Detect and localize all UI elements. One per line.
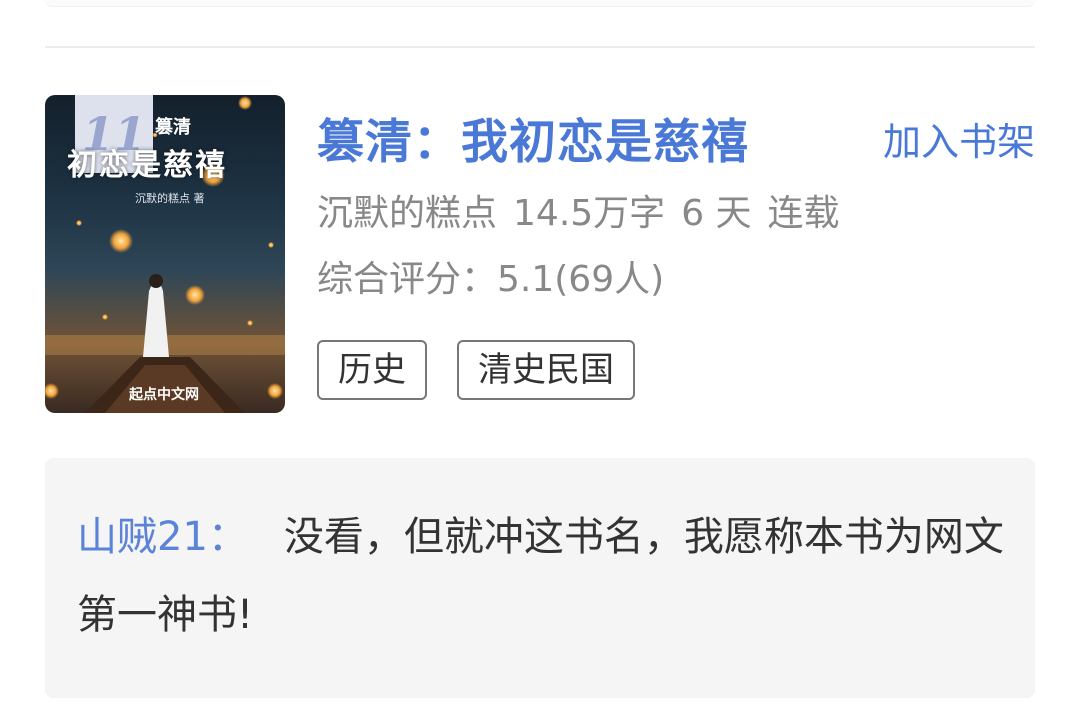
tag-history[interactable]: 历史 bbox=[317, 340, 427, 400]
author-name[interactable]: 沉默的糕点 bbox=[317, 193, 497, 234]
book-rating: 综合评分：5.1(69人) bbox=[317, 259, 665, 300]
tag-list: 历史 清史民国 bbox=[317, 340, 635, 400]
comment-box[interactable]: 山贼21： 没看，但就冲这书名，我愿称本书为网文第一神书! bbox=[45, 458, 1035, 698]
update-time: 6 天 bbox=[681, 193, 752, 234]
book-meta: 沉默的糕点 14.5万字 6 天连载 bbox=[317, 184, 856, 236]
book-title[interactable]: 篡清：我初恋是慈禧 bbox=[317, 103, 749, 172]
serial-status: 连载 bbox=[767, 193, 840, 234]
add-to-shelf-button[interactable]: 加入书架 bbox=[883, 111, 1035, 166]
divider bbox=[45, 46, 1035, 48]
comment-username[interactable]: 山贼21： bbox=[77, 514, 248, 560]
cover-title-text: 初恋是慈禧 bbox=[67, 148, 227, 183]
cover-series-text: 篡清 bbox=[155, 117, 191, 138]
word-count: 14.5万字 bbox=[513, 193, 666, 234]
book-card[interactable]: 11 篡清 初恋是慈禧 沉默的糕点 著 起点中文网 篡清：我初恋是慈禧 加入书架… bbox=[45, 95, 1035, 415]
cover-site-text: 起点中文网 bbox=[129, 387, 199, 403]
comment-content: 山贼21： 没看，但就冲这书名，我愿称本书为网文第一神书! bbox=[77, 498, 1007, 654]
book-cover[interactable]: 11 篡清 初恋是慈禧 沉默的糕点 著 起点中文网 bbox=[45, 95, 285, 413]
cover-author-text: 沉默的糕点 著 bbox=[135, 192, 205, 205]
previous-card-edge bbox=[45, 0, 1035, 7]
tag-qing-republic[interactable]: 清史民国 bbox=[457, 340, 635, 400]
